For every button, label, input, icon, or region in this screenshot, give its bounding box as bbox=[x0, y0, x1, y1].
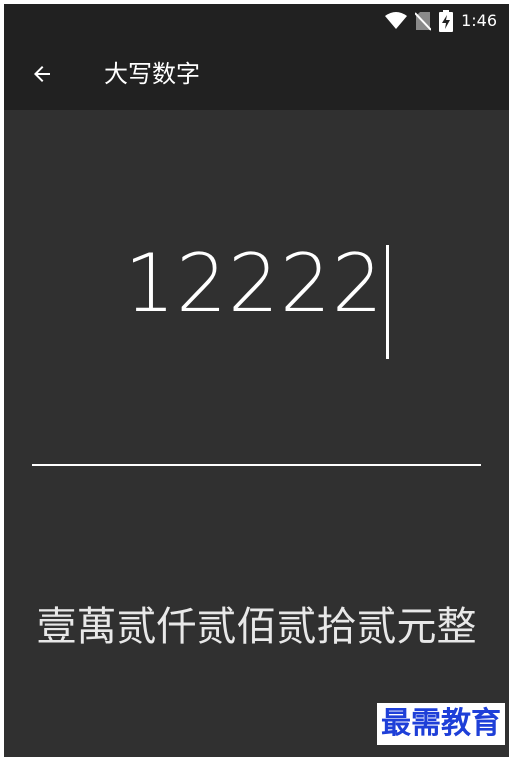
watermark-logo: 最需教育 bbox=[377, 703, 505, 745]
wifi-icon bbox=[385, 12, 408, 30]
number-input-value[interactable]: 12222 bbox=[124, 229, 384, 339]
status-bar: 1:46 bbox=[4, 4, 509, 38]
input-underline bbox=[32, 464, 481, 466]
uppercase-result: 壹萬贰仟贰佰贰拾贰元整 bbox=[36, 604, 477, 650]
app-screen: 1:46 大写数字 12222 壹萬贰仟贰佰贰拾贰元整 最需教育 bbox=[4, 4, 509, 757]
no-sim-icon bbox=[415, 11, 432, 31]
status-icons: 1:46 bbox=[385, 10, 497, 32]
battery-charging-icon bbox=[439, 10, 454, 32]
toolbar: 大写数字 bbox=[4, 38, 509, 110]
back-button[interactable] bbox=[24, 58, 60, 94]
status-clock: 1:46 bbox=[461, 11, 497, 30]
arrow-left-icon bbox=[30, 62, 54, 90]
page-title: 大写数字 bbox=[104, 60, 200, 88]
text-cursor bbox=[385, 245, 389, 359]
number-input-field[interactable]: 12222 bbox=[4, 229, 509, 359]
